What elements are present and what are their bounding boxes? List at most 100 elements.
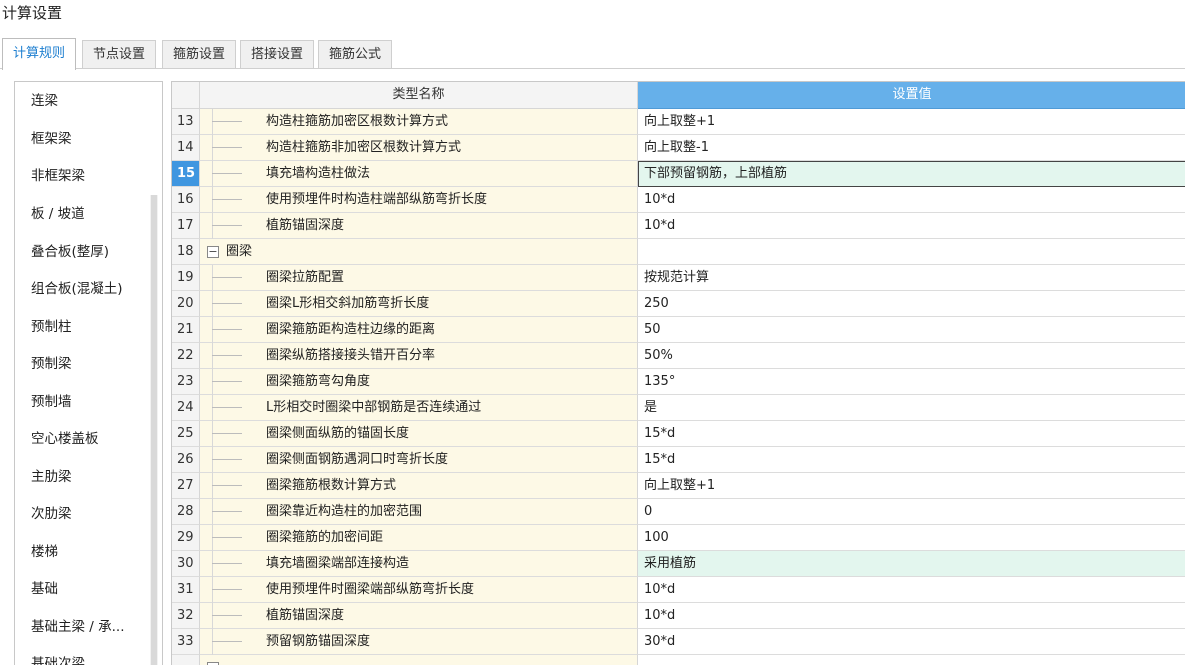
table-row-selected[interactable]: 15 填充墙构造柱做法 下部预留钢筋，上部植筋 xyxy=(172,161,1185,187)
table-row[interactable]: 23 圈梁箍筋弯勾角度 135° xyxy=(172,369,1185,395)
row-name: 圈梁箍筋弯勾角度 xyxy=(266,374,371,389)
row-number: 27 xyxy=(172,473,200,499)
table-row[interactable]: 32 植筋锚固深度 10*d xyxy=(172,603,1185,629)
row-value xyxy=(638,655,1185,665)
row-number: 32 xyxy=(172,603,200,629)
sidebar-item-secondary-rib-beam[interactable]: 次肋梁 xyxy=(31,502,72,526)
table-row[interactable]: 28 圈梁靠近构造柱的加密范围 0 xyxy=(172,499,1185,525)
row-number: 19 xyxy=(172,265,200,291)
group-name: 圈梁 xyxy=(226,244,253,259)
row-number: 26 xyxy=(172,447,200,473)
collapse-icon[interactable]: − xyxy=(207,246,219,258)
table-row[interactable]: 14 构造柱箍筋非加密区根数计算方式 向上取整-1 xyxy=(172,135,1185,161)
row-number: 31 xyxy=(172,577,200,603)
row-value[interactable]: 按规范计算 xyxy=(638,265,1185,291)
row-value[interactable]: 15*d xyxy=(638,447,1185,473)
row-name: 使用预埋件时构造柱端部纵筋弯折长度 xyxy=(266,192,488,207)
row-name: 填充墙构造柱做法 xyxy=(266,166,371,181)
table-row[interactable]: 30 填充墙圈梁端部连接构造 采用植筋 xyxy=(172,551,1185,577)
sidebar-item-combined-slab[interactable]: 组合板(混凝土) xyxy=(31,277,123,301)
tab-node-settings[interactable]: 节点设置 xyxy=(82,40,156,68)
table-row[interactable]: 33 预留钢筋锚固深度 30*d xyxy=(172,629,1185,655)
row-number: 23 xyxy=(172,369,200,395)
tab-lap-settings[interactable]: 搭接设置 xyxy=(240,40,314,68)
sidebar-item-frame-beam[interactable]: 框架梁 xyxy=(31,127,72,151)
sidebar-scrollbar[interactable] xyxy=(150,195,158,665)
row-name: 圈梁箍筋根数计算方式 xyxy=(266,478,397,493)
table-row[interactable]: 25 圈梁侧面纵筋的锚固长度 15*d xyxy=(172,421,1185,447)
row-value[interactable]: 50% xyxy=(638,343,1185,369)
settings-grid: 类型名称 设置值 13 构造柱箍筋加密区根数计算方式 向上取整+1 14 构造柱… xyxy=(171,81,1185,665)
sidebar-item-slab-ramp[interactable]: 板 / 坡道 xyxy=(31,202,85,226)
row-value[interactable]: 135° xyxy=(638,369,1185,395)
window-title: 计算设置 xyxy=(2,4,63,22)
table-row[interactable]: 13 构造柱箍筋加密区根数计算方式 向上取整+1 xyxy=(172,109,1185,135)
table-row-group[interactable]: 18 − 圈梁 xyxy=(172,239,1185,265)
table-row[interactable]: 16 使用预埋件时构造柱端部纵筋弯折长度 10*d xyxy=(172,187,1185,213)
table-row[interactable]: 24 L形相交时圈梁中部钢筋是否连续通过 是 xyxy=(172,395,1185,421)
row-value[interactable]: 15*d xyxy=(638,421,1185,447)
header-corner xyxy=(172,82,200,109)
row-name: 圈梁侧面钢筋遇洞口时弯折长度 xyxy=(266,452,449,467)
table-row[interactable]: 26 圈梁侧面钢筋遇洞口时弯折长度 15*d xyxy=(172,447,1185,473)
sidebar-item-coupling-beam[interactable]: 连梁 xyxy=(31,89,58,113)
row-value[interactable]: 向上取整+1 xyxy=(638,473,1185,499)
table-row[interactable]: 31 使用预埋件时圈梁端部纵筋弯折长度 10*d xyxy=(172,577,1185,603)
table-row[interactable]: 21 圈梁箍筋距构造柱边缘的距离 50 xyxy=(172,317,1185,343)
table-row-group[interactable]: − xyxy=(172,655,1185,665)
row-number: 18 xyxy=(172,239,200,265)
row-name: 植筋锚固深度 xyxy=(266,218,345,233)
row-name: L形相交时圈梁中部钢筋是否连续通过 xyxy=(266,400,482,415)
sidebar-item-stairs[interactable]: 楼梯 xyxy=(31,540,58,564)
tab-calc-rules[interactable]: 计算规则 xyxy=(2,38,76,70)
row-number: 33 xyxy=(172,629,200,655)
row-number: 16 xyxy=(172,187,200,213)
tab-stirrup-formula[interactable]: 箍筋公式 xyxy=(318,40,392,68)
table-row[interactable]: 19 圈梁拉筋配置 按规范计算 xyxy=(172,265,1185,291)
row-value[interactable]: 10*d xyxy=(638,187,1185,213)
row-name: 圈梁L形相交斜加筋弯折长度 xyxy=(266,296,430,311)
table-row[interactable]: 20 圈梁L形相交斜加筋弯折长度 250 xyxy=(172,291,1185,317)
tab-bar: 计算规则 节点设置 箍筋设置 搭接设置 箍筋公式 xyxy=(0,38,1185,70)
sidebar-item-foundation-secondary-beam[interactable]: 基础次梁 xyxy=(31,652,85,665)
row-name: 预留钢筋锚固深度 xyxy=(266,634,371,649)
row-value[interactable]: 50 xyxy=(638,317,1185,343)
row-value[interactable]: 0 xyxy=(638,499,1185,525)
row-value[interactable]: 是 xyxy=(638,395,1185,421)
sidebar-scroll-thumb[interactable] xyxy=(151,195,157,665)
row-number: 22 xyxy=(172,343,200,369)
table-row[interactable]: 27 圈梁箍筋根数计算方式 向上取整+1 xyxy=(172,473,1185,499)
row-value xyxy=(638,239,1185,265)
table-row[interactable]: 17 植筋锚固深度 10*d xyxy=(172,213,1185,239)
calc-settings-window: 计算设置 计算规则 节点设置 箍筋设置 搭接设置 箍筋公式 连梁 框架梁 非框架… xyxy=(0,0,1185,665)
row-value[interactable]: 采用植筋 xyxy=(638,551,1185,577)
row-value[interactable]: 100 xyxy=(638,525,1185,551)
row-value[interactable]: 向上取整-1 xyxy=(638,135,1185,161)
row-name: 圈梁箍筋距构造柱边缘的距离 xyxy=(266,322,436,337)
row-value[interactable]: 250 xyxy=(638,291,1185,317)
sidebar-item-precast-wall[interactable]: 预制墙 xyxy=(31,390,72,414)
sidebar-item-hollow-floor[interactable]: 空心楼盖板 xyxy=(31,427,99,451)
table-row[interactable]: 22 圈梁纵筋搭接接头错开百分率 50% xyxy=(172,343,1185,369)
sidebar-item-nonframe-beam[interactable]: 非框架梁 xyxy=(31,164,85,188)
row-number: 29 xyxy=(172,525,200,551)
grid-header: 类型名称 设置值 xyxy=(172,82,1185,109)
row-value[interactable]: 向上取整+1 xyxy=(638,109,1185,135)
row-value[interactable]: 30*d xyxy=(638,629,1185,655)
row-value[interactable]: 10*d xyxy=(638,603,1185,629)
row-value-dropdown[interactable]: 下部预留钢筋，上部植筋 xyxy=(638,161,1185,187)
sidebar-item-precast-column[interactable]: 预制柱 xyxy=(31,315,72,339)
sidebar-item-main-rib-beam[interactable]: 主肋梁 xyxy=(31,465,72,489)
row-value[interactable]: 10*d xyxy=(638,577,1185,603)
sidebar-item-foundation-main-beam[interactable]: 基础主梁 / 承... xyxy=(31,615,125,639)
row-name: 圈梁箍筋的加密间距 xyxy=(266,530,384,545)
tab-stirrup-settings[interactable]: 箍筋设置 xyxy=(162,40,236,68)
row-name: 圈梁拉筋配置 xyxy=(266,270,345,285)
row-name: 填充墙圈梁端部连接构造 xyxy=(266,556,410,571)
row-value[interactable]: 10*d xyxy=(638,213,1185,239)
row-name: 使用预埋件时圈梁端部纵筋弯折长度 xyxy=(266,582,475,597)
sidebar-item-composite-slab[interactable]: 叠合板(整厚) xyxy=(31,240,109,264)
sidebar-item-foundation[interactable]: 基础 xyxy=(31,577,58,601)
table-row[interactable]: 29 圈梁箍筋的加密间距 100 xyxy=(172,525,1185,551)
sidebar-item-precast-beam[interactable]: 预制梁 xyxy=(31,352,72,376)
